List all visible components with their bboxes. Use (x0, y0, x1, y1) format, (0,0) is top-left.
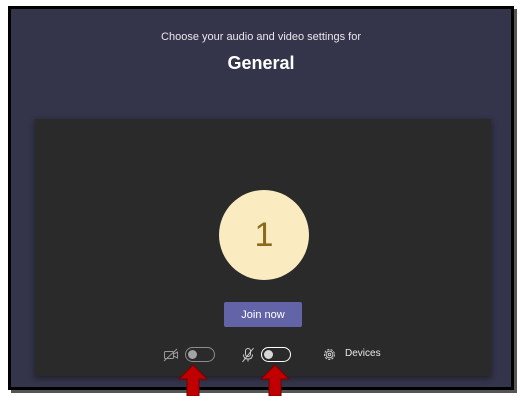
mic-off-icon (242, 347, 254, 363)
video-preview: 1 Join now Devices (35, 119, 491, 376)
gear-icon[interactable] (322, 347, 337, 362)
camera-toggle-knob (188, 350, 197, 359)
camera-toggle[interactable] (185, 347, 215, 362)
microphone-toggle-knob (264, 349, 273, 359)
settings-prompt: Choose your audio and video settings for (161, 31, 361, 43)
red-arrow-up-icon (178, 364, 208, 396)
channel-title: General (227, 53, 295, 73)
red-arrow-up-icon (260, 364, 290, 396)
microphone-toggle[interactable] (261, 347, 291, 362)
join-now-button[interactable]: Join now (224, 302, 302, 327)
device-controls: Devices (35, 344, 491, 366)
avatar-initial: 1 (254, 215, 274, 254)
pre-join-screen: Choose your audio and video settings for… (8, 6, 514, 390)
avatar: 1 (219, 190, 309, 280)
devices-button[interactable]: Devices (345, 348, 381, 359)
camera-off-icon (163, 348, 178, 362)
